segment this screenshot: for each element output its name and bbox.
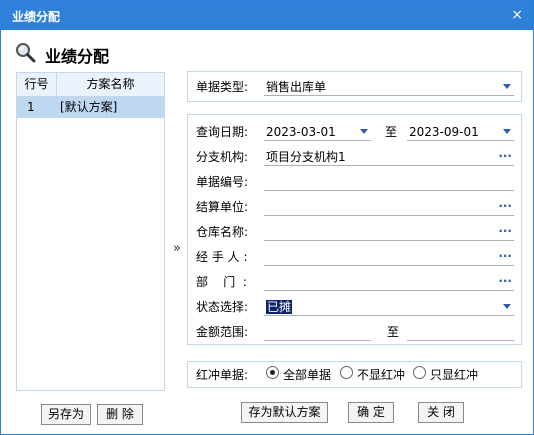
chevron-down-icon[interactable] [360, 129, 368, 134]
status-label: 状态选择: [196, 300, 249, 314]
dept-label: 部 门 : [196, 275, 247, 289]
radio-hide-red[interactable] [340, 366, 353, 379]
date-to-value: 2023-09-01 [409, 125, 479, 139]
status-select[interactable]: 已摊 [264, 298, 514, 316]
row-no-cell: 1 [27, 100, 35, 114]
close-icon[interactable]: × [511, 7, 523, 23]
branch-value: 项目分支机构1 [266, 150, 346, 164]
ellipsis-icon[interactable]: ··· [498, 199, 512, 213]
date-from-picker[interactable]: 2023-03-01 [264, 123, 371, 141]
window-title: 业绩分配 [12, 10, 61, 24]
radio-only-red-label[interactable]: 只显红冲 [430, 366, 478, 384]
date-label: 查询日期: [196, 125, 249, 139]
table-row[interactable]: 1 [默认方案] [17, 97, 164, 118]
red-flush-label: 红冲单据: [196, 368, 249, 382]
ellipsis-icon[interactable]: ··· [498, 249, 512, 263]
amount-to-field[interactable] [407, 323, 514, 341]
amount-label: 金额范围: [196, 325, 249, 339]
doc-no-field[interactable] [264, 173, 514, 191]
scheme-name-cell: [默认方案] [60, 100, 118, 114]
delete-button[interactable]: 删 除 [97, 404, 143, 425]
radio-only-red[interactable] [413, 366, 426, 379]
dialog-window: 业绩分配 × 业绩分配 行号 方案名称 1 [默认方案] » 单据类型: 销售出… [0, 0, 534, 435]
doc-type-value: 销售出库单 [266, 80, 327, 94]
column-header-scheme-name: 方案名称 [86, 77, 135, 91]
ellipsis-icon[interactable]: ··· [498, 224, 512, 238]
column-header-row-no: 行号 [17, 73, 57, 96]
ok-button[interactable]: 确 定 [348, 402, 394, 423]
page-title: 业绩分配 [45, 47, 110, 66]
date-to-label: 至 [385, 125, 398, 139]
status-value-wrap: 已摊 [266, 298, 293, 316]
doc-type-select[interactable]: 销售出库单 [264, 78, 514, 96]
filter-group: 查询日期: 2023-03-01 至 2023-09-01 分支机构: 项目分支… [187, 114, 522, 345]
branch-field[interactable]: 项目分支机构1 ··· [264, 148, 514, 166]
expand-arrow-icon[interactable]: » [173, 241, 181, 256]
status-value: 已摊 [266, 300, 293, 314]
ellipsis-icon[interactable]: ··· [498, 274, 512, 288]
branch-label: 分支机构: [196, 150, 249, 164]
radio-hide-red-label[interactable]: 不显红冲 [357, 366, 405, 384]
chevron-down-icon[interactable] [503, 304, 511, 309]
radio-all-docs-label[interactable]: 全部单据 [283, 366, 331, 384]
search-icon [16, 43, 36, 63]
handler-label: 经 手 人 : [196, 250, 248, 264]
red-flush-group: 红冲单据: 全部单据 不显红冲 只显红冲 [187, 361, 522, 388]
scheme-list-header: 行号 方案名称 [17, 73, 164, 97]
amount-from-field[interactable] [264, 323, 371, 341]
scheme-list: 行号 方案名称 1 [默认方案] [16, 72, 165, 391]
amount-to-label: 至 [387, 325, 400, 339]
settle-unit-field[interactable]: ··· [264, 198, 514, 216]
save-as-button[interactable]: 另存为 [41, 404, 91, 425]
doc-type-label: 单据类型: [196, 80, 249, 94]
save-default-button[interactable]: 存为默认方案 [241, 402, 328, 423]
chevron-down-icon[interactable] [503, 84, 511, 89]
close-button[interactable]: 关 闭 [418, 402, 464, 423]
doc-no-label: 单据编号: [196, 175, 249, 189]
date-from-value: 2023-03-01 [266, 125, 336, 139]
date-to-picker[interactable]: 2023-09-01 [407, 123, 514, 141]
settle-unit-label: 结算单位: [196, 200, 249, 214]
handler-field[interactable]: ··· [264, 248, 514, 266]
chevron-down-icon[interactable] [503, 129, 511, 134]
ellipsis-icon[interactable]: ··· [498, 149, 512, 163]
warehouse-field[interactable]: ··· [264, 223, 514, 241]
title-bar[interactable]: 业绩分配 × [1, 1, 533, 30]
dept-field[interactable]: ··· [264, 273, 514, 291]
doc-type-group: 单据类型: 销售出库单 [187, 71, 522, 102]
radio-all-docs[interactable] [266, 366, 279, 379]
warehouse-label: 仓库名称: [196, 225, 249, 239]
